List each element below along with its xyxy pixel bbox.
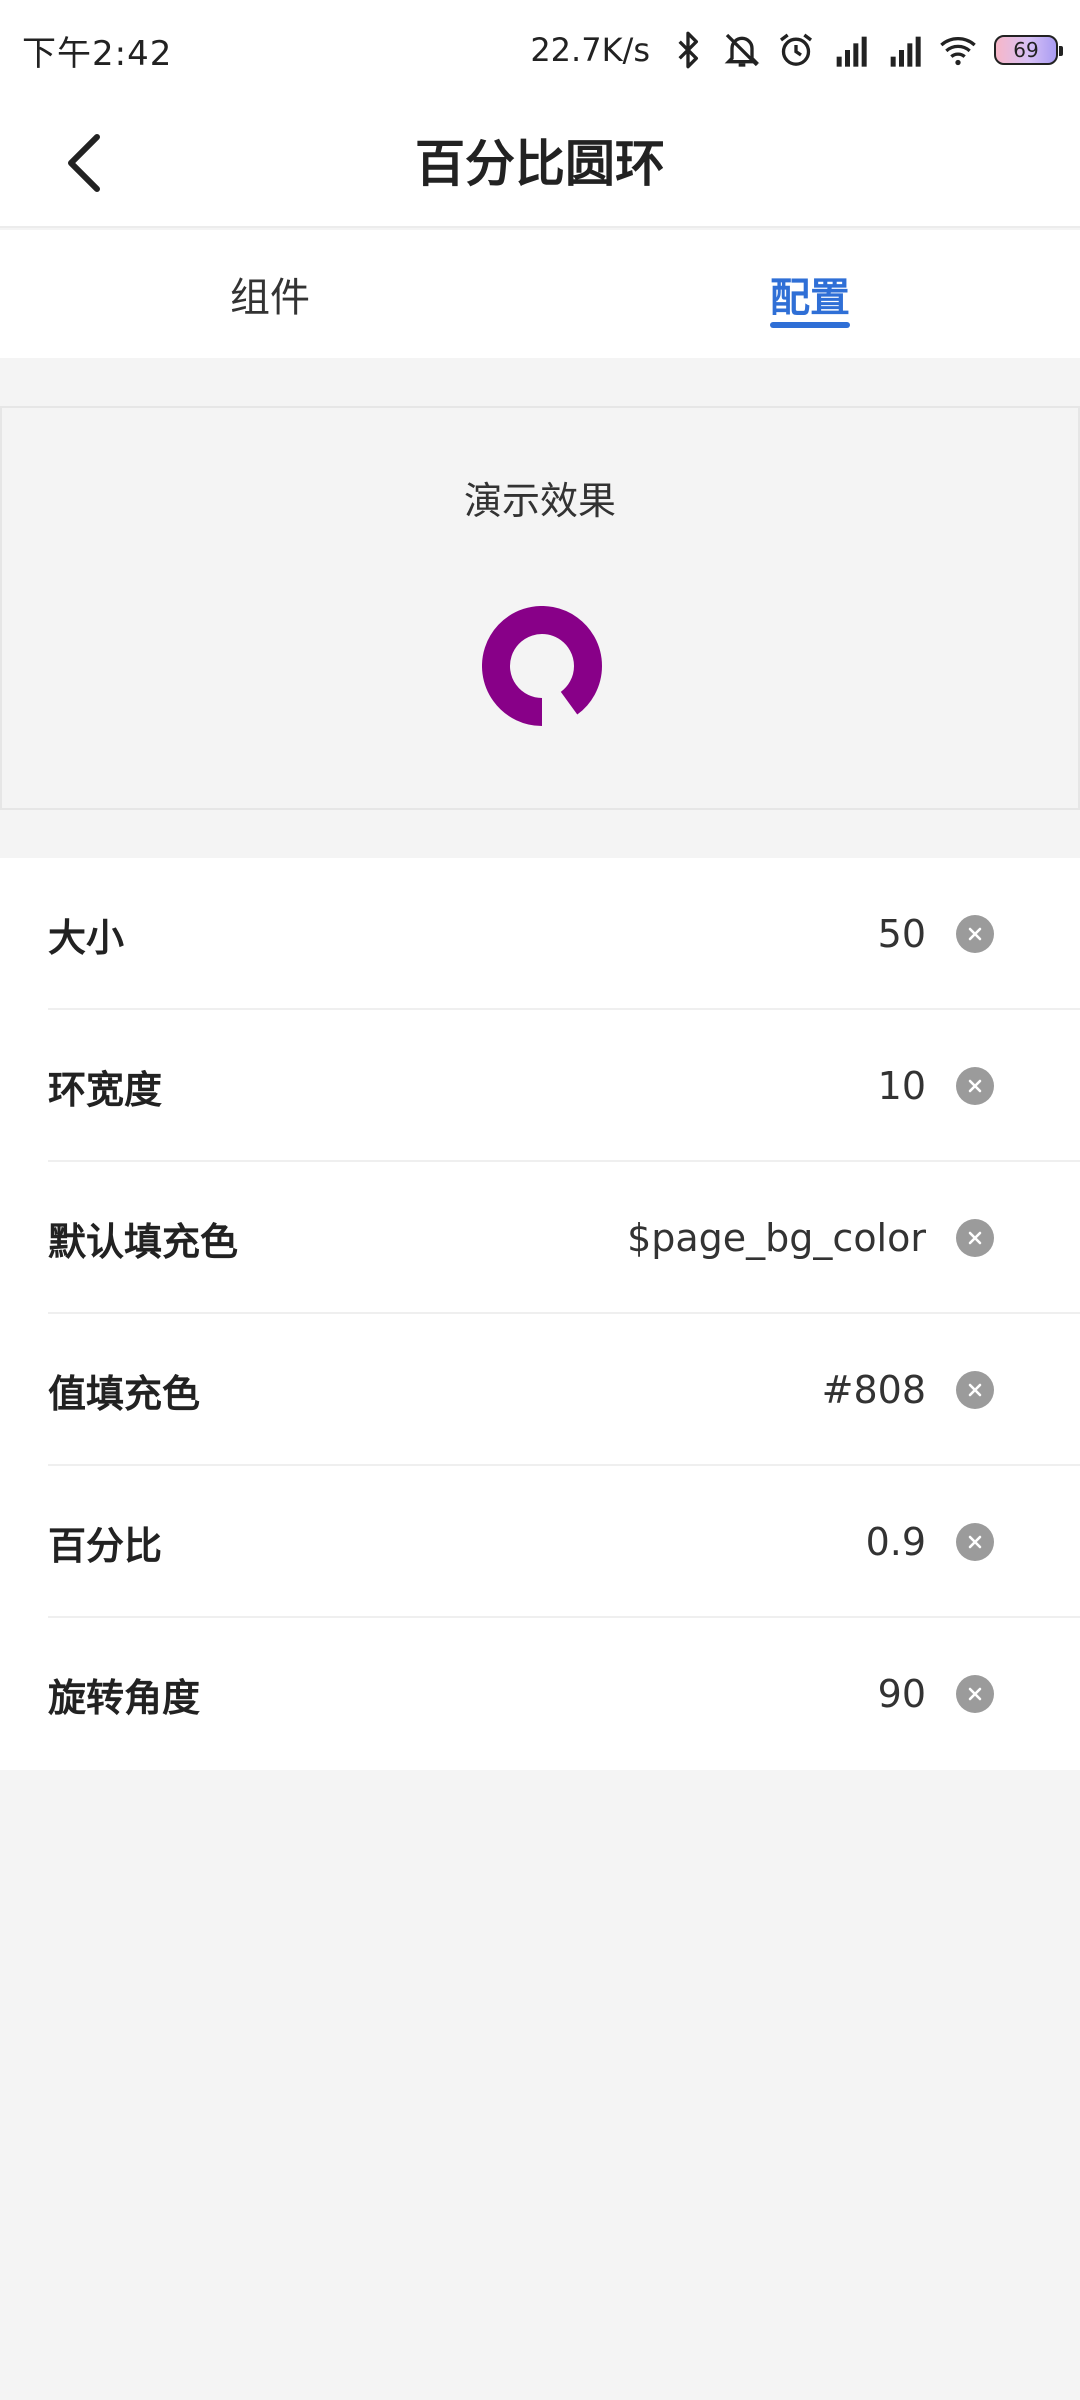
config-value[interactable]: #808 — [822, 1368, 926, 1412]
config-row-ring-width[interactable]: 环宽度 10 — [0, 1010, 1080, 1162]
config-label: 大小 — [48, 915, 125, 960]
tab-active-indicator — [770, 322, 850, 328]
bluetooth-icon — [666, 28, 710, 72]
percent-ring — [482, 606, 602, 726]
config-row-default-fill-color[interactable]: 默认填充色 $page_bg_color — [0, 1162, 1080, 1314]
header: 百分比圆环 — [0, 100, 1080, 228]
battery-level: 69 — [1013, 38, 1039, 62]
tab-label: 配置 — [770, 275, 850, 321]
config-value[interactable]: 50 — [878, 912, 926, 956]
config-label: 百分比 — [48, 1523, 163, 1568]
config-row-size[interactable]: 大小 50 — [0, 858, 1080, 1010]
page: 下午2:42 22.7K/s 69 百分比圆环 组件 配置 演示效果 大小 50… — [0, 0, 1080, 2400]
clear-circle-icon[interactable] — [956, 1067, 994, 1105]
tab-label: 组件 — [230, 275, 310, 321]
battery-icon: 69 — [994, 35, 1063, 65]
status-icons: 22.7K/s 69 — [530, 28, 1063, 72]
clear-circle-icon[interactable] — [956, 1523, 994, 1561]
clear-circle-icon[interactable] — [956, 1219, 994, 1257]
config-list: 大小 50 环宽度 10 默认填充色 $page_bg_color 值填充色 #… — [0, 858, 1080, 1770]
wifi-icon — [936, 28, 980, 72]
percent-ring-graphic — [482, 606, 602, 726]
config-label: 旋转角度 — [48, 1675, 201, 1720]
status-time: 下午2:42 — [22, 33, 173, 74]
config-row-percent[interactable]: 百分比 0.9 — [0, 1466, 1080, 1618]
tab-components[interactable]: 组件 — [0, 230, 540, 358]
signal-hd-icon — [882, 28, 926, 72]
net-speed: 22.7K/s — [530, 31, 650, 69]
signal-hd-icon — [828, 28, 872, 72]
clear-circle-icon[interactable] — [956, 1675, 994, 1713]
demo-title: 演示效果 — [463, 479, 616, 523]
tab-config[interactable]: 配置 — [540, 230, 1080, 358]
config-value[interactable]: $page_bg_color — [627, 1216, 926, 1260]
config-row-rotate-angle[interactable]: 旋转角度 90 — [0, 1618, 1080, 1770]
config-label: 值填充色 — [48, 1371, 201, 1416]
clear-circle-icon[interactable] — [956, 1371, 994, 1409]
config-label: 环宽度 — [48, 1067, 163, 1112]
mute-bell-icon — [720, 28, 764, 72]
config-row-value-fill-color[interactable]: 值填充色 #808 — [0, 1314, 1080, 1466]
config-label: 默认填充色 — [48, 1219, 239, 1264]
clear-circle-icon[interactable] — [956, 915, 994, 953]
config-value[interactable]: 0.9 — [866, 1520, 926, 1564]
alarm-icon — [774, 28, 818, 72]
config-value[interactable]: 90 — [878, 1672, 926, 1716]
status-bar: 下午2:42 22.7K/s 69 — [0, 0, 1080, 100]
page-title: 百分比圆环 — [415, 135, 665, 193]
tab-bar: 组件 配置 — [0, 230, 1080, 358]
demo-card: 演示效果 — [0, 406, 1080, 810]
config-value[interactable]: 10 — [878, 1064, 926, 1108]
